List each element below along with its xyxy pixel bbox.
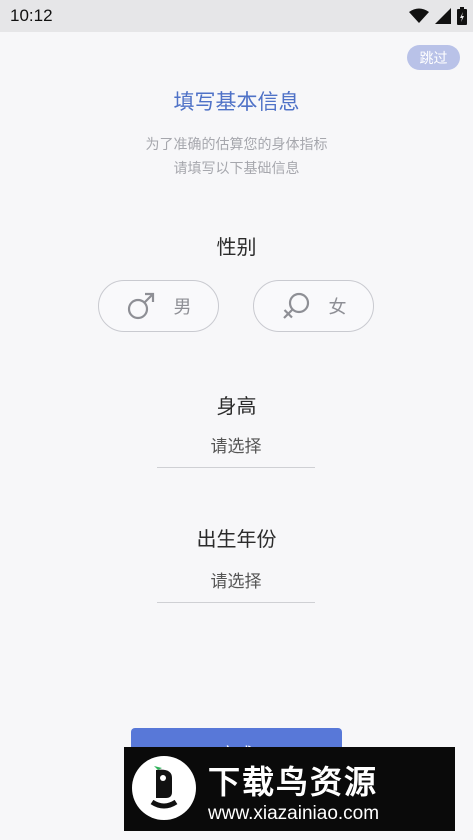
birth-year-label: 出生年份 (196, 527, 277, 551)
height-select[interactable]: 请选择 (157, 432, 315, 468)
subtitle-line-1: 为了准确的估算您的身体指标 (145, 137, 328, 153)
birth-year-select[interactable]: 请选择 (157, 567, 315, 603)
wifi-icon (409, 8, 429, 23)
watermark-url: www.xiazainiao.com (208, 803, 380, 824)
gender-male-label: 男 (173, 297, 192, 318)
status-icons (409, 6, 467, 26)
gender-female-label: 女 (328, 297, 347, 318)
skip-button[interactable]: 跳过 (407, 45, 460, 70)
gender-female-button[interactable]: 女 (253, 280, 374, 332)
gender-male-button[interactable]: 男 (98, 280, 219, 332)
status-bar: 10:12 (0, 0, 473, 32)
male-icon (127, 292, 154, 320)
gender-label: 性别 (216, 235, 257, 259)
bird-logo-icon (150, 766, 178, 809)
female-icon (282, 292, 309, 319)
watermark-title: 下载鸟资源 (208, 763, 379, 801)
status-time: 10:12 (10, 6, 53, 25)
battery-icon (457, 7, 467, 25)
watermark-logo (132, 756, 196, 820)
page-title: 填写基本信息 (173, 90, 300, 114)
signal-icon (435, 8, 451, 24)
height-label: 身高 (216, 394, 257, 418)
watermark-banner: 下载鸟资源 www.xiazainiao.com (124, 747, 455, 831)
subtitle-line-2: 请填写以下基础信息 (173, 161, 300, 177)
